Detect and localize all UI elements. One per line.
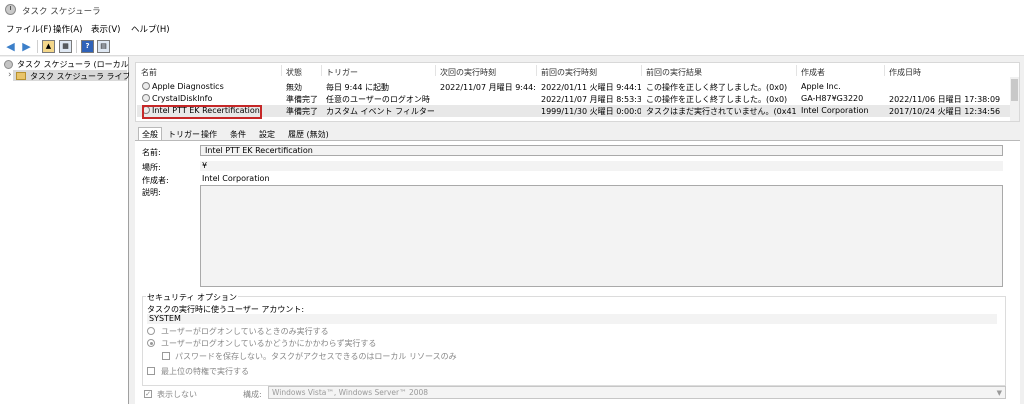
help-icon[interactable]: ? [81, 40, 94, 53]
tree-expand-chevron-icon[interactable]: › [8, 70, 12, 80]
task-last-result: この操作を正しく終了しました。(0x0) [646, 83, 788, 92]
task-trigger: 毎日 9:44 に起動 [326, 83, 390, 92]
menu-action[interactable]: 操作(A) [53, 23, 82, 35]
table-row[interactable]: CrystalDiskInfo 準備完了 任意のユーザーのログオン時 2022/… [137, 93, 1010, 105]
menu-view[interactable]: 表示(V) [91, 23, 120, 35]
tab-conditions[interactable]: 条件 [226, 127, 250, 141]
column-header-last-result[interactable]: 前回の実行結果 [646, 67, 702, 78]
task-last-result: この操作を正しく終了しました。(0x0) [646, 95, 788, 104]
checkbox-do-not-store-password[interactable] [162, 352, 170, 360]
task-list: 名前 状態 トリガー 次回の実行時刻 前回の実行時刻 前回の実行結果 作成者 作… [135, 62, 1020, 122]
column-header-status[interactable]: 状態 [286, 67, 302, 78]
configure-for-value: Windows Vista™, Windows Server™ 2008 [272, 388, 429, 397]
general-tab-panel: 名前: Intel PTT EK Recertification 場所: ¥ 作… [135, 141, 1020, 404]
task-created: 2022/11/06 日曜日 17:38:09 [889, 95, 1001, 104]
run-as-value: SYSTEM [147, 314, 997, 324]
toolbar-separator [76, 40, 77, 53]
window-title: タスク スケジューラ [22, 7, 101, 17]
task-last-run: 2022/11/07 月曜日 8:53:32 [541, 95, 641, 104]
column-divider[interactable] [641, 65, 642, 76]
tab-actions[interactable]: 操作 [197, 127, 221, 141]
radio-run-whether-logged-on-label: ユーザーがログオンしているかどうかにかかわらず実行する [161, 339, 377, 348]
task-next-run: 2022/11/07 月曜日 9:44:17 [440, 83, 536, 92]
column-divider[interactable] [536, 65, 537, 76]
task-status: 無効 [286, 83, 302, 92]
task-last-result: タスクはまだ実行されていません。(0x41303) [646, 107, 796, 116]
task-last-run: 2022/01/11 火曜日 9:44:18 [541, 83, 641, 92]
column-divider[interactable] [281, 65, 282, 76]
name-label: 名前: [142, 148, 161, 157]
column-header-created[interactable]: 作成日時 [889, 67, 921, 78]
task-scheduler-clock-icon [4, 60, 13, 69]
task-author: Intel Corporation [801, 106, 869, 115]
show-hide-tree-icon[interactable]: ▦ [59, 40, 72, 53]
annotation-red-box [142, 105, 262, 119]
column-divider[interactable] [435, 65, 436, 76]
column-header-trigger[interactable]: トリガー [326, 67, 358, 78]
configure-for-label: 構成: [243, 390, 262, 399]
author-label: 作成者: [142, 176, 169, 185]
column-header-name[interactable]: 名前 [141, 67, 157, 78]
task-name: CrystalDiskInfo [152, 94, 213, 103]
task-scheduler-app-icon [5, 4, 16, 15]
back-arrow-icon[interactable]: ◀ [4, 40, 17, 53]
tree-root-label[interactable]: タスク スケジューラ (ローカル) [17, 59, 132, 70]
hidden-label: 表示しない [157, 390, 197, 399]
task-created: 2017/10/24 火曜日 12:34:56 [889, 107, 1001, 116]
description-label: 説明: [142, 188, 161, 197]
task-author: Apple Inc. [801, 82, 841, 91]
toolbar: ◀ ▶ ▲ ▦ ? ▤ [0, 37, 1024, 56]
task-last-run: 1999/11/30 火曜日 0:00:00 [541, 107, 641, 116]
properties-icon[interactable]: ▤ [97, 40, 110, 53]
tab-history[interactable]: 履歴 (無効) [284, 127, 333, 141]
location-label: 場所: [142, 163, 161, 172]
menu-help[interactable]: ヘルプ(H) [131, 23, 170, 35]
checkbox-highest-privileges[interactable] [147, 367, 155, 375]
task-name: Apple Diagnostics [152, 82, 224, 91]
folder-icon [16, 72, 26, 80]
scrollbar-thumb[interactable] [1011, 79, 1018, 101]
table-row-selected[interactable]: Intel PTT EK Recertification 準備完了 カスタム イ… [137, 105, 1010, 117]
highest-privileges-label: 最上位の特権で実行する [161, 367, 249, 376]
tab-general[interactable]: 全般 [138, 127, 162, 141]
menu-bar: ファイル(F) 操作(A) 表示(V) ヘルプ(H) [0, 20, 1024, 37]
menu-file[interactable]: ファイル(F) [6, 23, 52, 35]
chevron-down-icon: ▼ [996, 389, 1002, 397]
column-divider[interactable] [796, 65, 797, 76]
column-header-next-run[interactable]: 次回の実行時刻 [440, 67, 496, 78]
column-divider[interactable] [321, 65, 322, 76]
task-trigger: カスタム イベント フィルター [326, 107, 434, 116]
radio-run-only-logged-on[interactable] [147, 327, 155, 335]
radio-run-only-logged-on-label: ユーザーがログオンしているときのみ実行する [161, 327, 329, 336]
task-status: 準備完了 [286, 95, 318, 104]
task-clock-icon [142, 82, 150, 90]
detail-tabs: 全般 トリガー 操作 条件 設定 履歴 (無効) [135, 126, 1020, 141]
configure-for-select[interactable]: Windows Vista™, Windows Server™ 2008 ▼ [268, 386, 1006, 399]
radio-run-whether-logged-on[interactable] [147, 339, 155, 347]
tab-settings[interactable]: 設定 [255, 127, 279, 141]
column-header-last-run[interactable]: 前回の実行時刻 [541, 67, 597, 78]
location-value: ¥ [200, 161, 1003, 171]
table-row[interactable]: Apple Diagnostics 無効 毎日 9:44 に起動 2022/11… [137, 81, 1010, 93]
task-author: GA-H87¥G3220 [801, 94, 864, 103]
do-not-store-password-label: パスワードを保存しない。タスクがアクセスできるのはローカル リソースのみ [175, 352, 457, 361]
task-trigger: 任意のユーザーのログオン時 [326, 95, 430, 104]
task-status: 準備完了 [286, 107, 318, 116]
description-field[interactable] [200, 185, 1003, 287]
forward-arrow-icon[interactable]: ▶ [20, 40, 33, 53]
title-bar: タスク スケジューラ [0, 0, 1024, 20]
folder-up-icon[interactable]: ▲ [42, 40, 55, 53]
console-tree: タスク スケジューラ (ローカル) › タスク スケジューラ ライブラリ [0, 57, 147, 404]
column-divider[interactable] [884, 65, 885, 76]
author-value: Intel Corporation [202, 174, 270, 183]
toolbar-separator [37, 40, 38, 53]
checkbox-hidden[interactable]: ✓ [144, 390, 152, 398]
column-header-author[interactable]: 作成者 [801, 67, 825, 78]
name-field[interactable]: Intel PTT EK Recertification [200, 145, 1003, 156]
security-options-legend: セキュリティ オプション [146, 292, 239, 303]
task-clock-icon [142, 94, 150, 102]
